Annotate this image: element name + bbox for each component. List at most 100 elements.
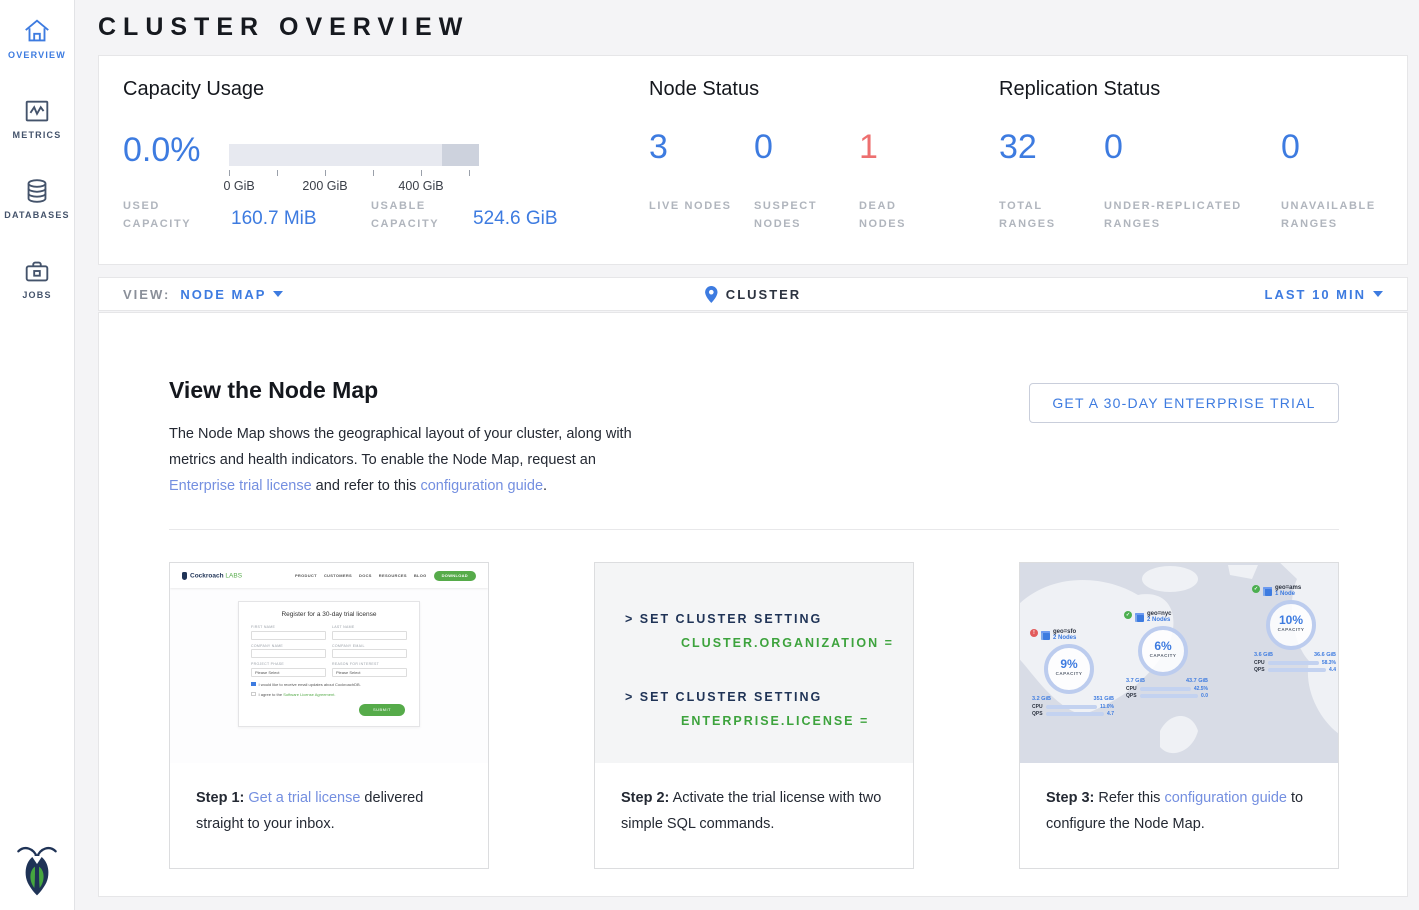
- time-range-value: LAST 10 MIN: [1265, 287, 1366, 302]
- mini-select: Please Select: [332, 668, 407, 677]
- qps-bar: [1140, 694, 1198, 698]
- replication-status-title: Replication Status: [999, 78, 1160, 101]
- qps-bar: [1268, 668, 1326, 672]
- step2-caption: Step 2: Activate the trial license with …: [595, 763, 913, 837]
- sidebar-item-overview[interactable]: OVERVIEW: [0, 0, 75, 80]
- enterprise-trial-license-link[interactable]: Enterprise trial license: [169, 478, 312, 494]
- capacity-donut: 9% CAPACITY: [1044, 644, 1094, 694]
- sidebar-item-metrics[interactable]: METRICS: [0, 80, 75, 160]
- capacity-percent: 0.0%: [123, 131, 201, 170]
- check-icon: ✓: [1124, 611, 1132, 619]
- suspect-nodes-value: 0: [754, 128, 773, 167]
- capacity-axis-labels: 0 GiB 200 GiB 400 GiB: [229, 179, 481, 195]
- node-cube-icon: [1263, 587, 1272, 596]
- sidebar-item-label: METRICS: [0, 130, 75, 140]
- view-selector-value: NODE MAP: [180, 287, 266, 302]
- mini-bug-icon: [182, 572, 187, 580]
- sql-line: > SET CLUSTER SETTING: [625, 607, 913, 631]
- sidebar-item-label: OVERVIEW: [0, 50, 75, 60]
- alert-icon: !: [1030, 629, 1038, 637]
- get-trial-license-link[interactable]: Get a trial license: [248, 790, 360, 806]
- map-region-nyc: ✓ geo=nyc2 Nodes 6% CAPACITY 3.7 GiB43.7…: [1124, 611, 1210, 701]
- page-title: CLUSTER OVERVIEW: [98, 13, 469, 42]
- step3-card: ! geo=sfo2 Nodes 9% CAPACITY 3.2 GiB351 …: [1019, 562, 1339, 869]
- unavailable-ranges-value: 0: [1281, 128, 1300, 167]
- region-node-count: 2 Nodes: [1147, 617, 1172, 623]
- cluster-breadcrumb: CLUSTER: [705, 286, 801, 303]
- region-used: 3.2 GiB: [1032, 696, 1051, 702]
- qps-value: 4.4: [1329, 667, 1336, 673]
- sql-commands-block: > SET CLUSTER SETTING CLUSTER.ORGANIZATI…: [595, 563, 913, 763]
- mini-field-label: LAST NAME: [332, 625, 407, 629]
- mini-nav-item: DOCS: [359, 573, 372, 578]
- sql-line: > SET CLUSTER SETTING: [625, 685, 913, 709]
- chevron-down-icon: [273, 291, 283, 297]
- total-ranges-value: 32: [999, 128, 1037, 167]
- node-cube-icon: [1135, 613, 1144, 622]
- cpu-bar: [1046, 705, 1098, 709]
- under-replicated-ranges-value: 0: [1104, 128, 1123, 167]
- region-total: 43.7 GiB: [1186, 678, 1208, 684]
- node-map-panel: View the Node Map The Node Map shows the…: [98, 312, 1408, 897]
- used-capacity-value: 160.7 MiB: [231, 208, 317, 230]
- dead-nodes-label: DEAD NODES: [859, 197, 944, 233]
- home-icon: [22, 16, 52, 46]
- capacity-donut: 6% CAPACITY: [1138, 626, 1188, 676]
- check-icon: ✓: [1252, 585, 1260, 593]
- mini-input: [332, 649, 407, 658]
- donut-label: CAPACITY: [1048, 671, 1090, 676]
- description-text: .: [543, 478, 547, 494]
- mini-checkbox: [251, 692, 256, 697]
- time-range-dropdown[interactable]: LAST 10 MIN: [1265, 287, 1383, 302]
- tick-label: 200 GiB: [302, 179, 347, 193]
- suspect-nodes-label: SUSPECT NODES: [754, 197, 839, 233]
- cockroach-labs-logo: [14, 844, 60, 896]
- mini-field-label: PROJECT PHASE: [251, 662, 326, 666]
- mini-submit-button: SUBMIT: [359, 704, 405, 716]
- mini-select: Please Select: [251, 668, 326, 677]
- donut-percent: 10%: [1270, 613, 1312, 627]
- mini-field-label: FIRST NAME: [251, 625, 326, 629]
- step1-card: Cockroach LABS PRODUCT CUSTOMERS DOCS RE…: [169, 562, 489, 869]
- step-number: Step 1:: [196, 790, 244, 806]
- briefcase-icon: [22, 256, 52, 286]
- node-cube-icon: [1041, 631, 1050, 640]
- mini-checkbox-label: I would like to receive email updates ab…: [259, 682, 361, 687]
- map-region-ams: ✓ geo=ams1 Node 10% CAPACITY 3.6 GiB36.6…: [1252, 585, 1338, 675]
- qps-label: QPS: [1254, 667, 1265, 673]
- node-map-heading: View the Node Map: [169, 377, 378, 404]
- cpu-value: 11.0%: [1100, 704, 1114, 710]
- cpu-value: 58.3%: [1322, 660, 1336, 666]
- sql-line: CLUSTER.ORGANIZATION =: [625, 631, 913, 655]
- mini-nav-item: CUSTOMERS: [324, 573, 352, 578]
- capacity-usage-title: Capacity Usage: [123, 78, 264, 101]
- total-ranges-label: TOTAL RANGES: [999, 197, 1084, 233]
- get-enterprise-trial-button[interactable]: GET A 30-DAY ENTERPRISE TRIAL: [1029, 383, 1339, 423]
- view-selector-dropdown[interactable]: NODE MAP: [180, 287, 283, 302]
- configuration-guide-link[interactable]: configuration guide: [1164, 790, 1287, 806]
- sidebar-item-databases[interactable]: DATABASES: [0, 160, 75, 240]
- sidebar-item-label: DATABASES: [0, 210, 75, 220]
- qps-value: 0.0: [1201, 693, 1208, 699]
- capacity-bar-reserved: [442, 144, 480, 166]
- view-bar: VIEW: NODE MAP CLUSTER LAST 10 MIN: [98, 277, 1408, 311]
- node-status-title: Node Status: [649, 78, 759, 101]
- mini-checkbox-label: I agree to the Software License Agreemen…: [259, 692, 336, 697]
- mini-download-button: DOWNLOAD: [434, 571, 476, 581]
- cluster-label: CLUSTER: [726, 287, 801, 302]
- sidebar-item-jobs[interactable]: JOBS: [0, 240, 75, 320]
- unavailable-ranges-label: UNAVAILABLE RANGES: [1281, 197, 1391, 233]
- region-used: 3.6 GiB: [1254, 652, 1273, 658]
- chevron-down-icon: [1373, 291, 1383, 297]
- mini-cockroach-logo: Cockroach LABS: [182, 572, 242, 580]
- mini-nav-item: PRODUCT: [295, 573, 317, 578]
- sql-line: ENTERPRISE.LICENSE =: [625, 709, 913, 733]
- cpu-bar: [1268, 661, 1319, 665]
- region-node-count: 1 Node: [1275, 591, 1301, 597]
- capacity-donut: 10% CAPACITY: [1266, 600, 1316, 650]
- cpu-label: CPU: [1126, 686, 1137, 692]
- configuration-guide-link[interactable]: configuration guide: [420, 478, 543, 494]
- under-replicated-ranges-label: UNDER-REPLICATED RANGES: [1104, 197, 1264, 233]
- stats-panel: Capacity Usage 0.0% 0 GiB 200 GiB 400 Gi…: [98, 55, 1408, 265]
- mini-form-title: Register for a 30-day trial license: [251, 611, 407, 618]
